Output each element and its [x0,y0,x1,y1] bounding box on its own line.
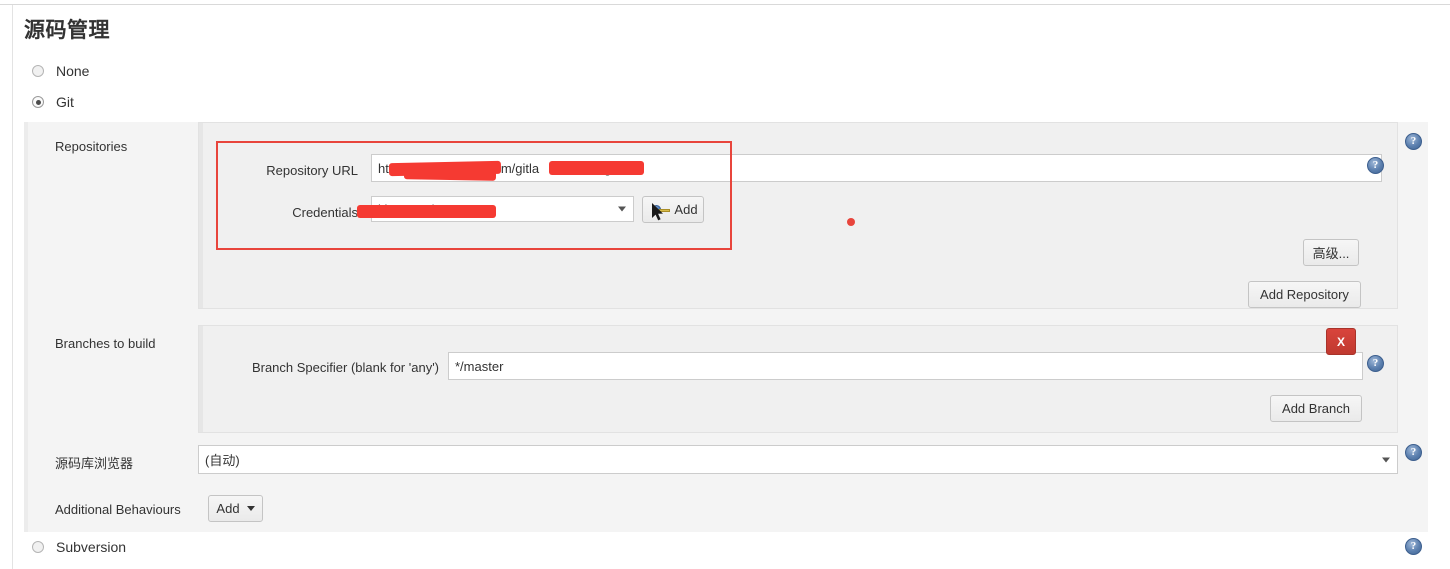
help-icon-subversion[interactable] [1405,538,1422,555]
scm-option-git-label: Git [56,94,74,110]
radio-subversion[interactable] [32,541,44,553]
repositories-box-rail [199,123,203,308]
repo-browser-value: (自动) [205,453,240,468]
additional-behaviours-add-label: Add [216,501,240,516]
delete-branch-label: X [1336,334,1345,349]
chevron-down-icon [246,506,255,511]
additional-behaviours-label: Additional Behaviours [55,502,181,517]
repository-url-label: Repository URL [266,163,358,178]
scm-configuration-page: 源码管理 None Git Repositories Repository UR… [0,0,1450,569]
radio-none[interactable] [32,65,44,77]
branches-box-rail [199,326,203,432]
branch-specifier-input[interactable] [448,352,1363,380]
credentials-label: Credentials [292,205,358,220]
scm-option-none[interactable]: None [32,63,89,79]
add-branch-button[interactable]: Add Branch [1270,395,1362,422]
add-repository-label: Add Repository [1260,287,1349,302]
repo-browser-select[interactable]: (自动) [198,445,1398,474]
annotation-dot [847,218,855,226]
branches-to-build-label: Branches to build [55,336,156,351]
add-repository-button[interactable]: Add Repository [1248,281,1361,308]
repository-url-input[interactable] [371,154,1382,182]
key-icon [652,204,671,216]
add-branch-label: Add Branch [1282,401,1350,416]
chevron-down-icon [1382,457,1390,462]
radio-git[interactable] [32,96,44,108]
advanced-button[interactable]: 高级... [1303,239,1359,266]
credentials-select[interactable]: j ina.com/****** [371,196,634,222]
add-credentials-label: Add [674,202,698,217]
scm-option-subversion-label: Subversion [56,539,127,555]
repositories-label: Repositories [55,139,128,154]
scm-option-git[interactable]: Git [32,94,74,110]
additional-behaviours-add-button[interactable]: Add [208,495,263,522]
advanced-button-label: 高级... [1312,246,1350,261]
scm-option-subversion[interactable]: Subversion [32,539,126,555]
left-rail [12,5,13,569]
branch-specifier-label: Branch Specifier (blank for 'any') [251,360,439,375]
credentials-select-value: j ina.com/****** [378,201,464,217]
top-divider [0,4,1450,5]
add-credentials-button[interactable]: Add [642,196,704,223]
help-icon-repo-browser[interactable] [1405,444,1422,461]
help-icon-repository-url[interactable] [1367,157,1384,174]
scm-option-none-label: None [56,63,90,79]
chevron-down-icon [618,206,626,212]
page-title: 源码管理 [24,19,110,42]
help-icon-repositories[interactable] [1405,133,1422,150]
repo-browser-label: 源码库浏览器 [55,456,134,471]
git-settings-panel: Repositories Repository URL Credentials … [24,122,1428,532]
delete-branch-button[interactable]: X [1326,328,1356,355]
help-icon-branch-specifier[interactable] [1367,355,1384,372]
